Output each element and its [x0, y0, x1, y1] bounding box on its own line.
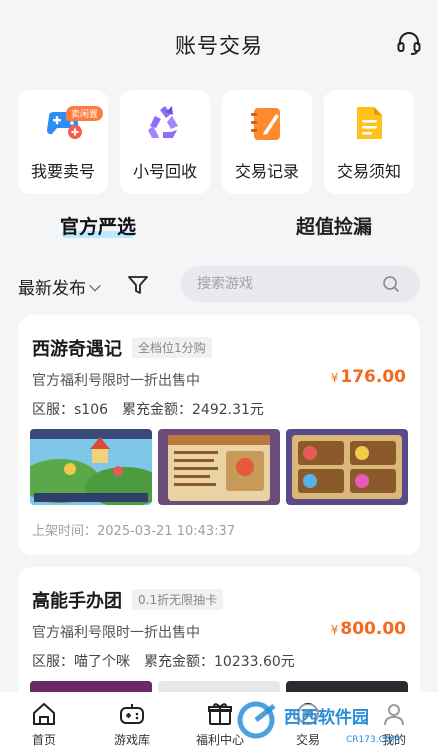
game-screenshot[interactable]: [30, 429, 152, 505]
game-name: 西游奇遇记: [32, 339, 122, 360]
page-title: 账号交易: [175, 34, 263, 58]
listing-time: 上架时间：2025-03-21 10:43:37: [32, 524, 236, 539]
game-tag: 0.1折无限抽卡: [132, 589, 224, 610]
screenshot-gallery: [30, 429, 408, 505]
gift-icon: [208, 703, 232, 725]
trade-notice-button[interactable]: 交易须知: [324, 90, 414, 194]
tab-official-selection[interactable]: 官方严选: [60, 212, 136, 239]
sort-dropdown[interactable]: 最新发布: [18, 274, 101, 299]
chevron-down-icon: [89, 280, 101, 292]
game-tag: 全档位1分购: [132, 337, 212, 358]
listing-tabs: 官方严选 超值捡漏: [0, 212, 438, 246]
listing-meta: 区服：s106 累充金额：2492.31元: [32, 402, 264, 418]
search-input[interactable]: [197, 266, 377, 302]
quick-actions: 卖闲置 我要卖号 小号回收 交易记录 交易须知: [18, 90, 420, 194]
cr173-watermark-logo: 西西软件园 CR173.COM: [237, 701, 412, 745]
tabbar-item-home[interactable]: 首页: [0, 692, 88, 751]
sell-account-button[interactable]: 卖闲置 我要卖号: [18, 90, 108, 194]
search-box: [181, 266, 420, 302]
home-icon: [33, 703, 55, 725]
headset-icon[interactable]: [396, 30, 422, 56]
watermark-url: CR173.COM: [346, 735, 400, 745]
quick-action-label: 我要卖号: [30, 162, 95, 181]
gamepad-icon: [120, 704, 144, 724]
game-screenshot[interactable]: [286, 429, 408, 505]
price: ¥176.00: [330, 367, 406, 387]
document-icon: [357, 107, 382, 139]
listing-card[interactable]: 西游奇遇记 全档位1分购 官方福利号限时一折出售中 ¥176.00 区服：s10…: [18, 315, 420, 555]
tabbar-label: 首页: [31, 733, 56, 747]
game-screenshot[interactable]: [158, 429, 280, 505]
sell-badge: 卖闲置: [66, 106, 104, 121]
tabbar-item-games[interactable]: 游戏库: [88, 692, 176, 751]
tab-bargain[interactable]: 超值捡漏: [296, 212, 372, 239]
recycle-icon: [148, 106, 178, 138]
listing-card[interactable]: 高能手办团 0.1折无限抽卡 官方福利号限时一折出售中 ¥800.00 区服：喵…: [18, 567, 420, 751]
watermark-brand: 西西软件园: [284, 707, 369, 728]
quick-action-label: 小号回收: [132, 162, 197, 181]
recycle-account-button[interactable]: 小号回收: [120, 90, 210, 194]
game-name: 高能手办团: [32, 591, 122, 612]
quick-action-label: 交易须知: [336, 162, 401, 181]
price: ¥800.00: [330, 619, 406, 639]
listing-meta: 区服：喵了个咪 累充金额：10233.60元: [32, 654, 295, 670]
tabbar-label: 游戏库: [113, 733, 150, 747]
listing-description: 官方福利号限时一折出售中: [32, 625, 200, 641]
trade-records-button[interactable]: 交易记录: [222, 90, 312, 194]
search-icon[interactable]: [382, 275, 400, 293]
header: 账号交易: [0, 0, 438, 72]
filter-bar: 最新发布: [0, 266, 438, 302]
quick-action-label: 交易记录: [234, 162, 299, 181]
filter-funnel-icon[interactable]: [127, 274, 149, 296]
notebook-icon: [251, 108, 280, 140]
listing-description: 官方福利号限时一折出售中: [32, 373, 200, 389]
